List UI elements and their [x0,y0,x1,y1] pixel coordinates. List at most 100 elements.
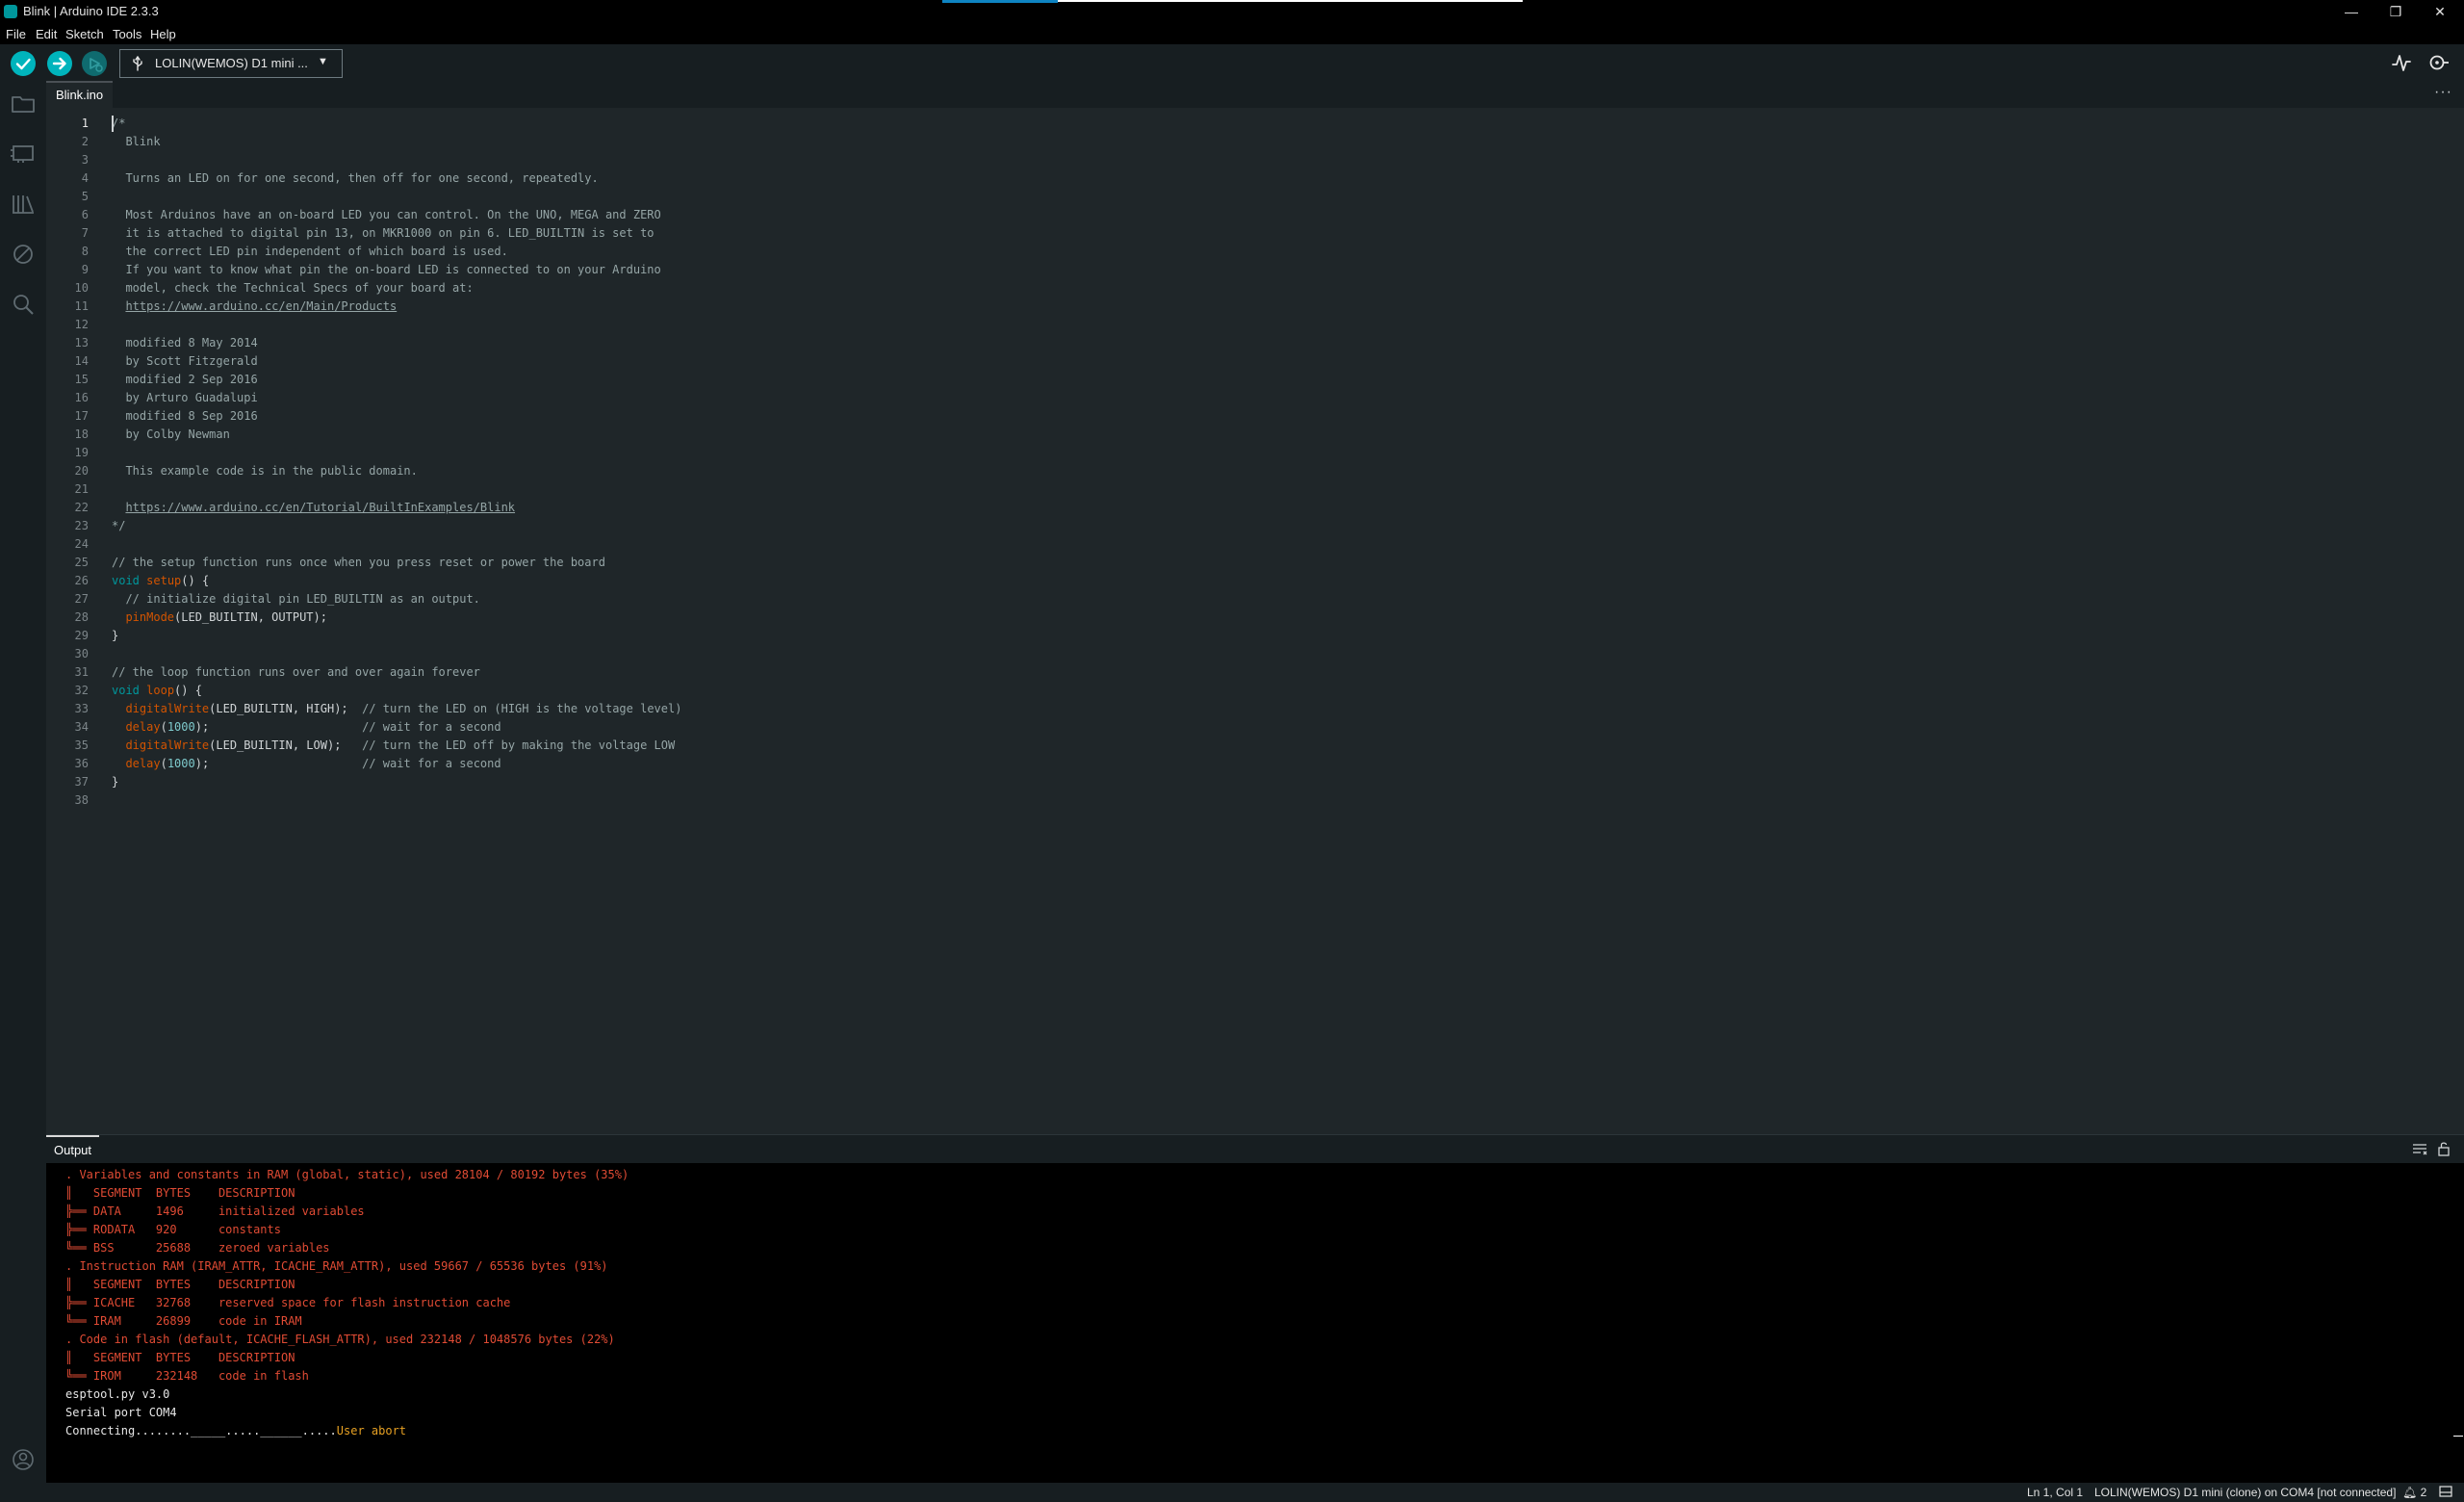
output-line: ║ SEGMENT BYTES DESCRIPTION [65,1186,295,1200]
window-title: Blink | Arduino IDE 2.3.3 [23,4,159,18]
code-token: it is attached to digital pin 13, on MKR… [112,226,654,240]
close-button[interactable]: ✕ [2418,1,2462,22]
board-selector[interactable]: LOLIN(WEMOS) D1 mini ... ▼ [119,49,343,78]
line-number: 29 [74,629,89,642]
code-token: // turn the LED off by making the voltag… [362,738,676,752]
output-line: ╚══ BSS 25688 zeroed variables [65,1241,330,1255]
menu-tools[interactable]: Tools [113,27,141,41]
code-link[interactable]: https://www.arduino.cc/en/Tutorial/Built… [125,501,515,514]
code-line: void loop() { [112,682,681,700]
code-token: This example code is in the public domai… [112,464,418,478]
code-token: loop [146,684,175,697]
tab-output[interactable]: Output [46,1135,100,1164]
toggle-panel-icon[interactable] [2439,1486,2452,1500]
output-text: Connecting........_____.....______..... [65,1424,337,1437]
line-number: 27 [74,592,89,606]
boards-manager-button[interactable] [10,140,37,167]
toolbar: LOLIN(WEMOS) D1 mini ... ▼ [0,44,2464,81]
code-token: by Arturo Guadalupi [112,391,258,404]
menu-edit[interactable]: Edit [36,27,57,41]
tab-blink-ino[interactable]: Blink.ino [46,81,114,108]
folder-icon [12,96,35,113]
cursor-position[interactable]: Ln 1, Col 1 [2027,1486,2083,1499]
code-line: delay(1000); // wait for a second [112,718,681,737]
code-token: } [112,629,119,642]
code-line: delay(1000); // wait for a second [112,755,681,773]
library-manager-button[interactable] [10,191,37,218]
debug-button[interactable] [82,51,107,76]
board-port-status[interactable]: LOLIN(WEMOS) D1 mini (clone) on COM4 [no… [2094,1486,2396,1499]
code-token: digitalWrite [125,702,210,715]
upload-button[interactable] [47,51,72,76]
menu-file[interactable]: File [6,27,26,41]
debug-panel-button[interactable] [10,241,37,268]
minimize-button[interactable]: — [2329,1,2374,22]
output-line: ╠══ ICACHE 32768 reserved space for flas… [65,1296,511,1309]
output-line: ╠══ RODATA 920 constants [65,1223,281,1236]
title-bar: Blink | Arduino IDE 2.3.3 — ❐ ✕ [0,0,2464,23]
line-number: 31 [74,665,89,679]
usb-icon [133,56,142,71]
line-number: 20 [74,464,89,478]
restore-button[interactable]: ❐ [2374,1,2418,22]
code-line: Most Arduinos have an on-board LED you c… [112,206,681,224]
code-token: } [112,775,119,789]
code-token: model, check the Technical Specs of your… [112,281,474,295]
code-link[interactable]: https://www.arduino.cc/en/Main/Products [125,299,397,313]
code-editor[interactable]: 1 2 3 4 5 6 7 8 9 10 11 12 13 14 15 16 17 18 19 20 21 22 23 24 2… [46,108,2464,1134]
line-number: 16 [74,391,89,404]
output-warning-text: User abort [336,1424,407,1437]
line-number: 38 [74,793,89,807]
menu-sketch[interactable]: Sketch [65,27,104,41]
lock-icon[interactable] [2437,1141,2451,1161]
output-line: ╠══ DATA 1496 initialized variables [65,1204,365,1218]
output-tab-label: Output [54,1143,92,1157]
more-options-icon[interactable]: ··· [2434,84,2452,101]
title-bar-accent [942,0,1058,3]
code-line: by Scott Fitzgerald [112,352,681,371]
sketchbook-button[interactable] [10,91,37,117]
code-token: () { [181,574,210,587]
output-console[interactable]: . Variables and constants in RAM (global… [46,1163,2451,1483]
line-number: 26 [74,574,89,587]
menu-help[interactable]: Help [150,27,176,41]
notification-count: 2 [2420,1486,2427,1499]
line-number: 32 [74,684,89,697]
line-number: 33 [74,702,89,715]
clear-output-icon[interactable] [2412,1143,2427,1161]
line-number: 10 [74,281,89,295]
line-number: 7 [81,226,89,240]
search-button[interactable] [10,291,37,318]
serial-plotter-button[interactable] [2391,52,2412,73]
serial-monitor-button[interactable] [2427,52,2451,73]
code-line: This example code is in the public domai… [112,462,681,480]
code-token: ); [194,757,363,770]
menu-bar: File Edit Sketch Tools Help [0,23,2464,44]
text-cursor [112,116,114,132]
output-scrollbar[interactable] [2451,1163,2464,1483]
code-token: modified 8 Sep 2016 [112,409,258,423]
verify-button[interactable] [11,51,36,76]
code-line: https://www.arduino.cc/en/Tutorial/Built… [112,499,681,517]
code-token: (LED_BUILTIN, HIGH); [209,702,363,715]
debug-slash-icon [13,245,33,264]
line-number: 11 [74,299,89,313]
code-area[interactable]: /* Blink Turns an LED on for one second,… [112,115,681,810]
code-line: digitalWrite(LED_BUILTIN, HIGH); // turn… [112,700,681,718]
output-line: esptool.py v3.0 [65,1387,170,1401]
checkmark-icon [15,58,31,70]
notifications-indicator[interactable]: 🔔︎ 2 [2402,1486,2426,1499]
account-button[interactable] [10,1446,37,1473]
line-number: 6 [81,208,89,221]
line-number: 9 [81,263,89,276]
code-token: (LED_BUILTIN, OUTPUT); [174,610,327,624]
